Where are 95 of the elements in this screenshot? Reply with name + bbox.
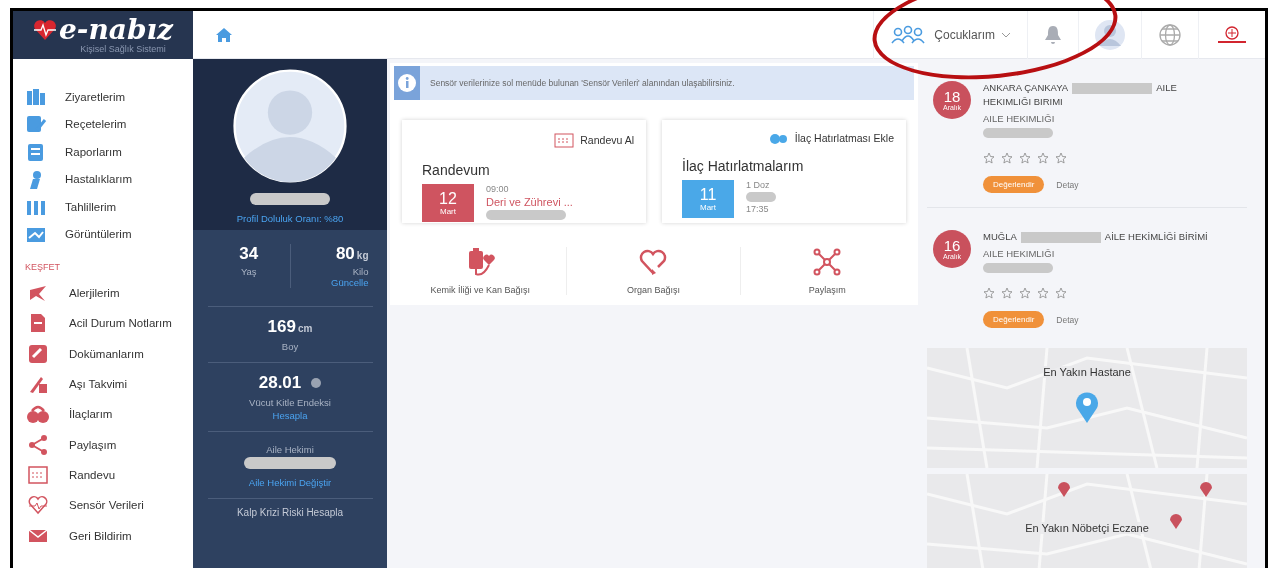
shortcut-icon bbox=[812, 247, 843, 277]
clinic-title: ANKARA ÇANKAYA AILE HEKIMLIĞI BIRIMI bbox=[983, 81, 1178, 109]
menu-item[interactable]: Aşı Takvimi bbox=[69, 378, 127, 391]
menu-item[interactable]: Paylaşım bbox=[69, 438, 117, 451]
info-icon bbox=[398, 74, 416, 92]
clinic-type: AILE HEKIMLIĞI bbox=[983, 113, 1056, 124]
clinic-title: MUĞLA AİLE HEKİMLİĞİ BİRİMİ bbox=[983, 230, 1208, 244]
pills-icon bbox=[768, 132, 789, 144]
menu-item[interactable]: Alerjilerim bbox=[69, 287, 120, 300]
weight-value: 80 kg bbox=[335, 244, 369, 264]
bmi-value: 28.01 bbox=[258, 373, 302, 393]
menu-item-icon bbox=[25, 86, 47, 107]
people-icon[interactable] bbox=[890, 24, 927, 45]
pharmacy-pin-icon bbox=[1169, 512, 1183, 530]
shortcut-button[interactable]: Paylaşım bbox=[740, 247, 914, 295]
map-title: En Yakın Nöbetçi Eczane bbox=[1025, 522, 1149, 534]
globe-icon[interactable] bbox=[1158, 22, 1182, 47]
menu-item-icon bbox=[27, 342, 49, 365]
star-icon[interactable] bbox=[1055, 152, 1067, 164]
menu-item[interactable]: Geri Bildirim bbox=[69, 529, 132, 542]
clinic-link[interactable]: Deri ve Zührevi ... bbox=[486, 196, 573, 208]
card-detail: 17:35 bbox=[746, 204, 770, 214]
menu-item-icon bbox=[25, 114, 47, 135]
logo-subtitle: Kişisel Sağlık Sistemi bbox=[80, 44, 166, 54]
star-icon[interactable] bbox=[1037, 152, 1049, 164]
weight-label: Kilo bbox=[352, 266, 369, 277]
children-dropdown[interactable]: Çocuklarım bbox=[934, 27, 1011, 42]
profile-completion-link[interactable]: Profil Doluluk Oranı: %80 bbox=[236, 213, 344, 224]
section-heading: KEŞFET bbox=[25, 262, 61, 272]
bell-icon[interactable] bbox=[1044, 24, 1062, 45]
shortcut-icon bbox=[638, 247, 669, 277]
calculate-link[interactable]: Hesapla bbox=[272, 410, 308, 421]
update-link[interactable]: Güncelle bbox=[331, 277, 369, 288]
pharmacy-pin-icon bbox=[1199, 480, 1213, 498]
detail-link[interactable]: Detay bbox=[1056, 314, 1079, 325]
height-label: Boy bbox=[281, 341, 299, 352]
chevron-down-icon bbox=[1001, 31, 1011, 38]
heart-risk-link[interactable]: Kalp Krizi Riski Hesapla bbox=[236, 499, 344, 526]
add-action-button[interactable]: İlaç Hatırlatması Ekle bbox=[768, 132, 894, 144]
height-value: 169cm bbox=[267, 317, 313, 337]
heart-logo-icon bbox=[32, 19, 57, 41]
clinic-type: AILE HEKIMLIĞI bbox=[983, 248, 1056, 259]
menu-item[interactable]: Tahlillerim bbox=[65, 200, 117, 213]
map-placeholder[interactable]: En Yakın Hastane bbox=[927, 348, 1247, 468]
card-title: İlaç Hatırlatmalarım bbox=[682, 158, 805, 174]
star-icon[interactable] bbox=[1001, 152, 1013, 164]
date-badge: 12 Mart bbox=[422, 184, 474, 222]
date-badge: 11 Mart bbox=[682, 180, 734, 218]
card-title: Randevum bbox=[422, 162, 491, 178]
star-icon[interactable] bbox=[983, 287, 995, 299]
age-label: Yaş bbox=[240, 266, 257, 277]
menu-item[interactable]: Sensör Verileri bbox=[69, 499, 144, 512]
star-icon[interactable] bbox=[1019, 152, 1031, 164]
redacted-text bbox=[746, 192, 776, 202]
redacted-text bbox=[983, 128, 1053, 138]
info-text: Sensör verilerinize sol menüde bulunan 'Sensör Verileri' alanından ulaşabilirsiniz. bbox=[430, 78, 735, 88]
calendar-icon bbox=[554, 132, 575, 148]
menu-item[interactable]: Acil Durum Notlarım bbox=[69, 317, 172, 330]
menu-item[interactable]: Görüntülerim bbox=[65, 228, 132, 241]
star-icon[interactable] bbox=[1001, 287, 1013, 299]
menu-item-icon bbox=[27, 463, 49, 486]
add-action-button[interactable]: Randevu Al bbox=[554, 132, 634, 148]
menu-item-icon bbox=[27, 433, 49, 456]
menu-item[interactable]: Ziyaretlerim bbox=[65, 90, 126, 103]
location-pin-icon bbox=[1074, 390, 1100, 424]
shortcut-button[interactable]: Kemik İliği ve Kan Bağışı bbox=[394, 247, 568, 295]
menu-item[interactable]: Reçetelerim bbox=[65, 118, 127, 131]
bmi-label: Vücut Kitle Endeksi bbox=[249, 397, 331, 408]
map-placeholder[interactable]: En Yakın Nöbetçi Eczane bbox=[927, 474, 1247, 568]
avatar-icon[interactable] bbox=[1095, 19, 1125, 50]
menu-item[interactable]: Hastalıklarım bbox=[65, 173, 133, 186]
home-icon[interactable] bbox=[215, 26, 233, 43]
age-value: 34 bbox=[239, 244, 259, 264]
star-icon[interactable] bbox=[1055, 287, 1067, 299]
family-doctor-label: Aile Hekimi bbox=[266, 444, 314, 455]
change-doctor-link[interactable]: Aile Hekimi Değiştir bbox=[248, 477, 332, 488]
star-icon[interactable] bbox=[1037, 287, 1049, 299]
pharmacy-pin-icon bbox=[1057, 480, 1071, 498]
logo-text: e-nabız bbox=[58, 16, 174, 44]
menu-item[interactable]: İlaçlarım bbox=[69, 408, 113, 421]
menu-item[interactable]: Randevu bbox=[69, 468, 116, 481]
star-icon[interactable] bbox=[1019, 287, 1031, 299]
star-icon[interactable] bbox=[983, 152, 995, 164]
menu-item-icon bbox=[27, 494, 49, 517]
shortcut-button[interactable]: Organ Bağışı bbox=[567, 247, 741, 295]
info-icon[interactable] bbox=[311, 378, 322, 388]
redacted-text bbox=[983, 263, 1053, 273]
card-detail: 09:00 bbox=[486, 184, 510, 194]
ministry-emblem-icon bbox=[1215, 25, 1249, 44]
card-detail: 1 Doz bbox=[746, 180, 771, 190]
menu-item[interactable]: Dokümanlarım bbox=[69, 347, 144, 360]
map-title: En Yakın Hastane bbox=[1043, 366, 1131, 378]
menu-item[interactable]: Raporlarım bbox=[65, 145, 122, 158]
detail-link[interactable]: Detay bbox=[1056, 179, 1079, 190]
menu-item-icon bbox=[27, 403, 49, 426]
